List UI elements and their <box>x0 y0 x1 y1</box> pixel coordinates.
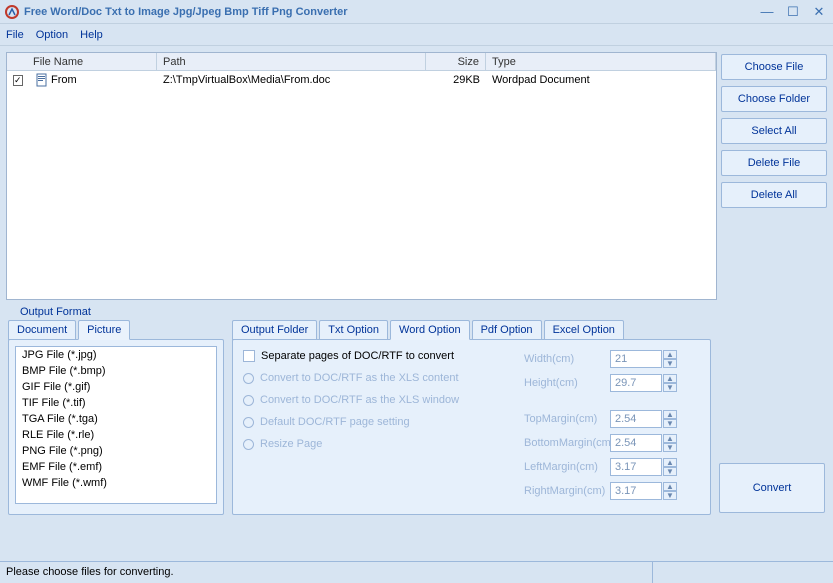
height-label: Height(cm) <box>524 377 606 389</box>
titlebar: Free Word/Doc Txt to Image Jpg/Jpeg Bmp … <box>0 0 833 24</box>
right-margin-label: RightMargin(cm) <box>524 485 606 497</box>
tab-excel-option[interactable]: Excel Option <box>544 320 624 340</box>
file-list-header: File Name Path Size Type <box>7 53 716 71</box>
spin-up-icon[interactable]: ▲ <box>663 350 677 359</box>
col-type[interactable]: Type <box>486 53 716 70</box>
bottom-margin-input[interactable] <box>610 434 662 452</box>
window-title: Free Word/Doc Txt to Image Jpg/Jpeg Bmp … <box>24 6 751 18</box>
top-margin-input[interactable] <box>610 410 662 428</box>
app-icon <box>4 4 20 20</box>
width-input[interactable] <box>610 350 662 368</box>
radio-default-page[interactable]: Default DOC/RTF page setting <box>243 416 516 428</box>
spin-up-icon[interactable]: ▲ <box>663 482 677 491</box>
menu-file[interactable]: File <box>6 29 24 41</box>
list-item[interactable]: RLE File (*.rle) <box>16 427 216 443</box>
list-item[interactable]: BMP File (*.bmp) <box>16 363 216 379</box>
choose-file-button[interactable]: Choose File <box>721 54 827 80</box>
spin-down-icon[interactable]: ▼ <box>663 383 677 392</box>
minimize-button[interactable]: — <box>757 4 777 20</box>
separate-pages-checkbox[interactable]: Separate pages of DOC/RTF to convert <box>243 350 516 362</box>
status-right <box>653 562 833 583</box>
radio-icon <box>243 373 254 384</box>
cell-path: Z:\TmpVirtualBox\Media\From.doc <box>157 72 426 88</box>
table-row[interactable]: ✓ From Z:\TmpVirtualBox\Media\From.doc 2… <box>7 71 716 89</box>
top-margin-label: TopMargin(cm) <box>524 413 606 425</box>
tab-document[interactable]: Document <box>8 320 76 340</box>
spin-up-icon[interactable]: ▲ <box>663 458 677 467</box>
document-icon <box>35 73 49 87</box>
col-path[interactable]: Path <box>157 53 426 70</box>
tab-word-option[interactable]: Word Option <box>390 320 470 340</box>
output-format-label: Output Format <box>0 300 833 320</box>
tab-picture[interactable]: Picture <box>78 320 130 340</box>
maximize-button[interactable]: ☐ <box>783 4 803 20</box>
spin-up-icon[interactable]: ▲ <box>663 410 677 419</box>
spin-down-icon[interactable]: ▼ <box>663 359 677 368</box>
spin-down-icon[interactable]: ▼ <box>663 443 677 452</box>
formats-list[interactable]: JPG File (*.jpg) BMP File (*.bmp) GIF Fi… <box>15 346 217 504</box>
cell-name: From <box>51 74 77 86</box>
row-checkbox[interactable]: ✓ <box>13 75 23 86</box>
select-all-button[interactable]: Select All <box>721 118 827 144</box>
convert-button[interactable]: Convert <box>719 463 825 513</box>
spin-down-icon[interactable]: ▼ <box>663 467 677 476</box>
delete-all-button[interactable]: Delete All <box>721 182 827 208</box>
radio-xls-window[interactable]: Convert to DOC/RTF as the XLS window <box>243 394 516 406</box>
cell-size: 29KB <box>426 72 486 88</box>
col-filename[interactable]: File Name <box>27 53 157 70</box>
width-label: Width(cm) <box>524 353 606 365</box>
list-item[interactable]: JPG File (*.jpg) <box>16 347 216 363</box>
left-margin-input[interactable] <box>610 458 662 476</box>
list-item[interactable]: GIF File (*.gif) <box>16 379 216 395</box>
tab-txt-option[interactable]: Txt Option <box>319 320 388 340</box>
side-buttons: Choose File Choose Folder Select All Del… <box>721 52 827 300</box>
radio-resize-page[interactable]: Resize Page <box>243 438 516 450</box>
list-item[interactable]: TGA File (*.tga) <box>16 411 216 427</box>
list-item[interactable]: WMF File (*.wmf) <box>16 475 216 491</box>
spin-up-icon[interactable]: ▲ <box>663 374 677 383</box>
statusbar: Please choose files for converting. <box>0 561 833 583</box>
right-margin-input[interactable] <box>610 482 662 500</box>
tab-pdf-option[interactable]: Pdf Option <box>472 320 542 340</box>
spin-down-icon[interactable]: ▼ <box>663 491 677 500</box>
menubar: File Option Help <box>0 24 833 46</box>
delete-file-button[interactable]: Delete File <box>721 150 827 176</box>
file-list[interactable]: File Name Path Size Type ✓ From Z:\TmpVi… <box>6 52 717 300</box>
list-item[interactable]: EMF File (*.emf) <box>16 459 216 475</box>
checkbox-icon <box>243 350 255 362</box>
bottom-margin-label: BottomMargin(cm) <box>524 437 606 449</box>
radio-icon <box>243 395 254 406</box>
spin-down-icon[interactable]: ▼ <box>663 419 677 428</box>
left-margin-label: LeftMargin(cm) <box>524 461 606 473</box>
status-text: Please choose files for converting. <box>0 562 653 583</box>
radio-xls-content[interactable]: Convert to DOC/RTF as the XLS content <box>243 372 516 384</box>
col-size[interactable]: Size <box>426 53 486 70</box>
spin-up-icon[interactable]: ▲ <box>663 434 677 443</box>
choose-folder-button[interactable]: Choose Folder <box>721 86 827 112</box>
cell-type: Wordpad Document <box>486 72 716 88</box>
menu-option[interactable]: Option <box>36 29 68 41</box>
menu-help[interactable]: Help <box>80 29 103 41</box>
list-item[interactable]: PNG File (*.png) <box>16 443 216 459</box>
tab-output-folder[interactable]: Output Folder <box>232 320 317 340</box>
radio-icon <box>243 417 254 428</box>
height-input[interactable] <box>610 374 662 392</box>
close-button[interactable]: ✕ <box>809 4 829 20</box>
radio-icon <box>243 439 254 450</box>
list-item[interactable]: TIF File (*.tif) <box>16 395 216 411</box>
